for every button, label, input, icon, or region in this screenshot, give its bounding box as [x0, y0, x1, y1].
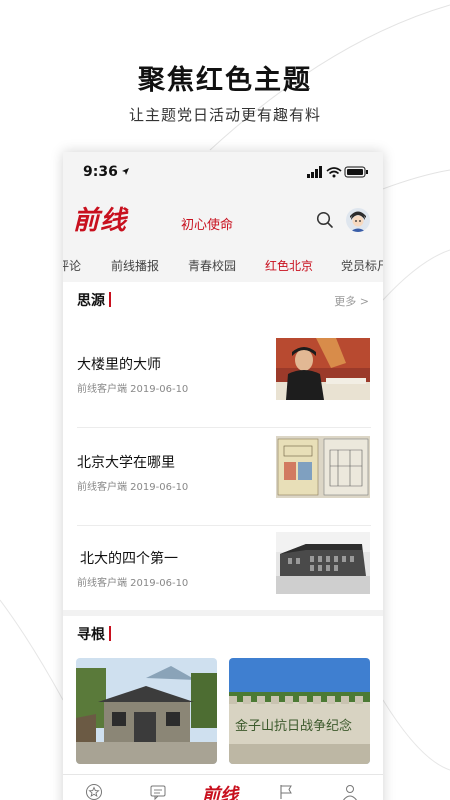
search-icon[interactable]: [315, 210, 335, 230]
section-header-xungen: 寻根: [63, 616, 383, 650]
card-caption: 金子山抗日战争纪念: [235, 718, 352, 734]
avatar-icon: [346, 208, 370, 232]
user-icon[interactable]: [341, 783, 359, 800]
status-time: 9:36: [83, 164, 118, 180]
article-thumbnail: [276, 338, 370, 400]
card-image: [76, 658, 217, 764]
status-icons: [307, 166, 368, 178]
section-title: 寻根: [77, 627, 105, 643]
signal-icon: [307, 166, 322, 178]
topic-card[interactable]: [76, 658, 217, 764]
article-title: 北大的四个第一: [80, 551, 178, 567]
list-item[interactable]: 北大的四个第一 前线客户端 2019-06-10: [77, 526, 371, 622]
tab-qianxian-bobao[interactable]: 前线播报: [111, 257, 159, 274]
star-badge-icon[interactable]: [85, 783, 103, 800]
list-item[interactable]: 北京大学在哪里 前线客户端 2019-06-10: [77, 430, 371, 526]
wifi-icon: [326, 167, 342, 178]
category-tabs: 评论 前线播报 青春校园 红色北京 党员标尺: [63, 248, 383, 282]
flag-icon[interactable]: [277, 783, 295, 800]
section-title: 思源: [77, 293, 105, 309]
list-item[interactable]: 大楼里的大师 前线客户端 2019-06-10: [77, 332, 371, 428]
app-bar: 前线 初心使命: [63, 192, 383, 248]
bottom-nav: 前线: [63, 774, 383, 800]
article-meta: 前线客户端 2019-06-10: [77, 578, 189, 589]
message-icon[interactable]: [149, 783, 167, 800]
tab-pinglun[interactable]: 评论: [63, 257, 81, 274]
location-arrow-icon: [122, 168, 129, 175]
article-thumbnail: [276, 436, 370, 498]
topic-card[interactable]: 金子山抗日战争纪念: [229, 658, 370, 764]
article-meta: 前线客户端 2019-06-10: [77, 384, 189, 395]
status-bar: 9:36: [63, 152, 383, 192]
tab-qingchun-xiaoyuan[interactable]: 青春校园: [188, 257, 236, 274]
promo-title: 聚焦红色主题: [138, 65, 312, 96]
tab-hongse-beijing[interactable]: 红色北京: [265, 257, 313, 274]
section-accent-bar: [109, 292, 111, 307]
article-thumbnail: [276, 532, 370, 594]
card-image: 金子山抗日战争纪念: [229, 658, 370, 764]
more-link[interactable]: 更多 >: [334, 293, 369, 309]
phone-screen: 9:36 前线 初心使命 评论 前线播报 青春校园 红色北京 党员标 思源 更多…: [63, 152, 383, 800]
app-logo: 前线: [73, 206, 128, 236]
article-title: 大楼里的大师: [77, 357, 161, 373]
article-meta: 前线客户端 2019-06-10: [77, 482, 189, 493]
promo-subtitle: 让主题党日活动更有趣有料: [128, 106, 321, 124]
nav-home-logo[interactable]: 前线: [202, 781, 238, 800]
article-title: 北京大学在哪里: [77, 455, 175, 471]
section-accent-bar: [109, 626, 111, 641]
battery-icon: [344, 166, 368, 178]
app-title: 初心使命: [181, 218, 234, 233]
tab-dangyuan-biaochi[interactable]: 党员标尺: [341, 257, 383, 274]
section-header-siyuan: 思源 更多 >: [63, 282, 383, 316]
avatar[interactable]: [346, 208, 370, 232]
